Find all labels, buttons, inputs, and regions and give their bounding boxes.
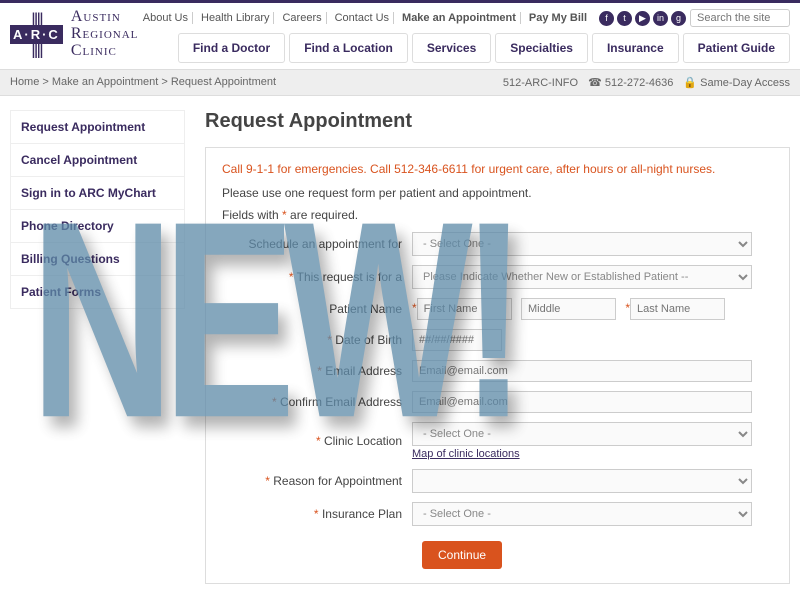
label-email: Email Address xyxy=(325,364,402,378)
nav-services[interactable]: Services xyxy=(412,33,491,63)
clinic-select[interactable]: - Select One - xyxy=(412,422,752,446)
map-link[interactable]: Map of clinic locations xyxy=(412,448,752,460)
sidebar-item-forms[interactable]: Patient Forms xyxy=(10,276,185,309)
sidebar: Request Appointment Cancel Appointment S… xyxy=(10,110,185,584)
label-dob: Date of Birth xyxy=(335,333,402,347)
sidebar-item-mychart[interactable]: Sign in to ARC MyChart xyxy=(10,177,185,210)
instructions: Please use one request form per patient … xyxy=(222,186,773,200)
crumb-home[interactable]: Home xyxy=(10,76,39,88)
sidebar-item-phone[interactable]: Phone Directory xyxy=(10,210,185,243)
youtube-icon[interactable]: ▶ xyxy=(635,11,650,26)
search-input[interactable] xyxy=(690,9,790,27)
label-name: Patient Name xyxy=(222,302,412,316)
nav-find-location[interactable]: Find a Location xyxy=(289,33,408,63)
top-link-contact[interactable]: Contact Us xyxy=(331,12,394,24)
label-clinic: Clinic Location xyxy=(324,434,402,448)
first-name-input[interactable] xyxy=(417,298,512,320)
nav-patient-guide[interactable]: Patient Guide xyxy=(683,33,790,63)
continue-button[interactable]: Continue xyxy=(422,541,502,569)
phone-icon: ☎ 512-272-4636 xyxy=(588,76,673,89)
label-reason: Reason for Appointment xyxy=(273,474,402,488)
emergency-note: Call 9-1-1 for emergencies. Call 512-346… xyxy=(222,162,773,176)
crumb-appt[interactable]: Make an Appointment xyxy=(52,76,158,88)
facebook-icon[interactable]: f xyxy=(599,11,614,26)
top-link-paybill[interactable]: Pay My Bill xyxy=(525,12,591,24)
top-link-about[interactable]: About Us xyxy=(139,12,193,24)
linkedin-icon[interactable]: in xyxy=(653,11,668,26)
nav-specialties[interactable]: Specialties xyxy=(495,33,588,63)
dob-input[interactable] xyxy=(412,329,502,351)
crumb-current: Request Appointment xyxy=(171,76,276,88)
schedule-select[interactable]: - Select One - xyxy=(412,232,752,256)
middle-name-input[interactable] xyxy=(521,298,616,320)
email-input[interactable] xyxy=(412,360,752,382)
reason-select[interactable] xyxy=(412,469,752,493)
info-line: 512-ARC-INFO xyxy=(503,77,578,89)
top-link-health[interactable]: Health Library xyxy=(197,12,274,24)
gplus-icon[interactable]: g xyxy=(671,11,686,26)
sidebar-item-request[interactable]: Request Appointment xyxy=(10,110,185,144)
sidebar-item-cancel[interactable]: Cancel Appointment xyxy=(10,144,185,177)
nav-find-doctor[interactable]: Find a Doctor xyxy=(178,33,285,63)
request-for-select[interactable]: Please Indicate Whether New or Establish… xyxy=(412,265,752,289)
same-day[interactable]: 🔒 Same-Day Access xyxy=(683,76,790,89)
breadcrumb: Home > Make an Appointment > Request App… xyxy=(10,76,276,89)
page-title: Request Appointment xyxy=(205,110,790,133)
logo[interactable]: |||| A·R·C |||| Austin Regional Clinic xyxy=(10,9,138,59)
sidebar-item-billing[interactable]: Billing Questions xyxy=(10,243,185,276)
required-note: Fields with * are required. xyxy=(222,208,773,222)
twitter-icon[interactable]: t xyxy=(617,11,632,26)
nav-insurance[interactable]: Insurance xyxy=(592,33,679,63)
top-link-appointment[interactable]: Make an Appointment xyxy=(398,12,521,24)
insurance-select[interactable]: - Select One - xyxy=(412,502,752,526)
label-isfor: This request is for a xyxy=(297,270,402,284)
top-link-careers[interactable]: Careers xyxy=(278,12,326,24)
label-schedule: Schedule an appointment for xyxy=(222,237,412,251)
last-name-input[interactable] xyxy=(630,298,725,320)
label-cemail: Confirm Email Address xyxy=(280,395,402,409)
confirm-email-input[interactable] xyxy=(412,391,752,413)
label-insurance: Insurance Plan xyxy=(322,507,402,521)
